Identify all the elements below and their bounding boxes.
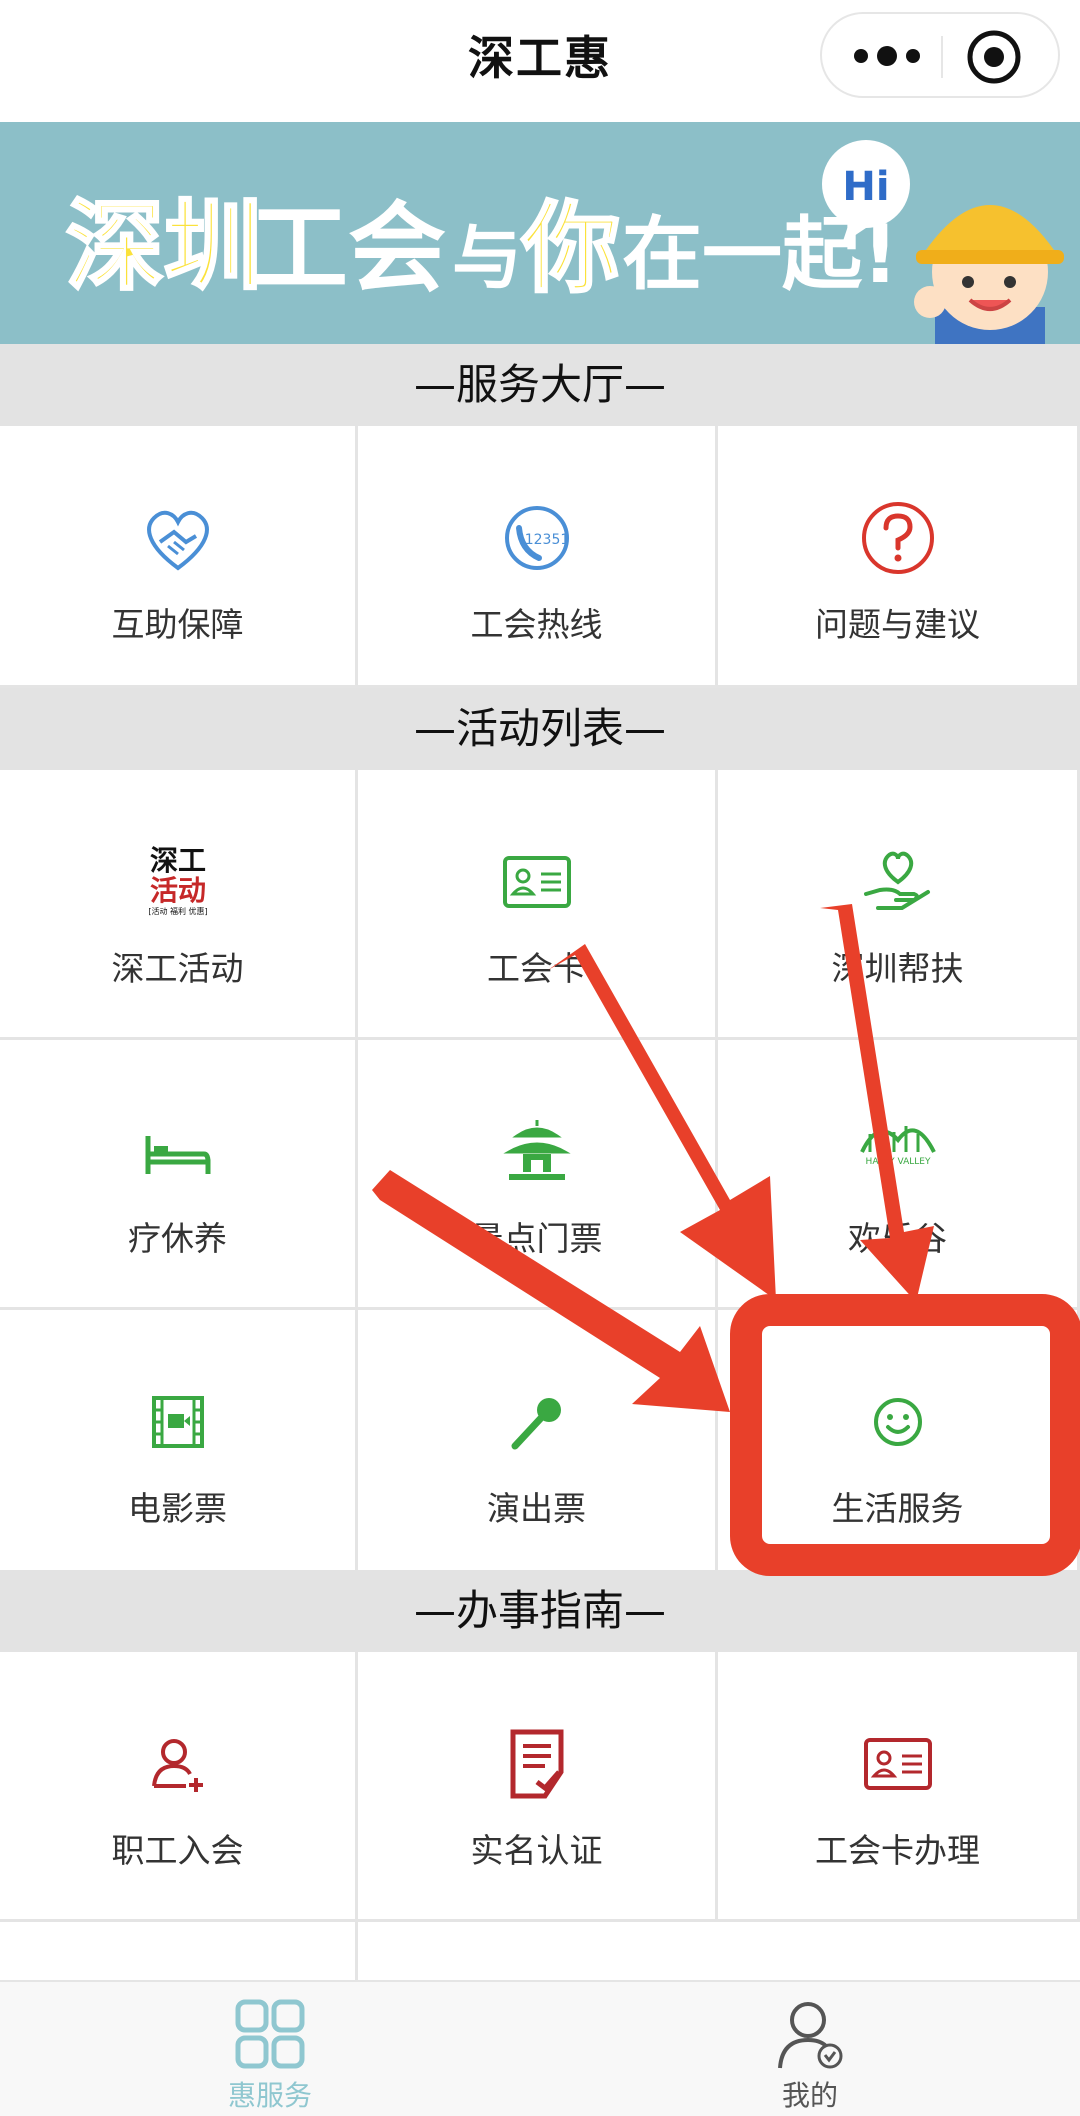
question-circle-icon: [861, 502, 934, 574]
grid-item-partial: [0, 1922, 358, 1982]
user-check-icon: [778, 2002, 843, 2069]
add-user-icon: [151, 1739, 203, 1792]
grid-item-label: 实名认证: [470, 1831, 603, 1870]
grid-item-life-services[interactable]: 生活服务: [718, 1310, 1080, 1580]
smile-icon: [873, 1398, 922, 1446]
grid-item-label: 景点门票: [470, 1219, 603, 1258]
grid-item-label: 深圳帮扶: [831, 949, 964, 988]
heart-hand-icon: [863, 851, 930, 910]
grid-item-union-hotline[interactable]: 12351 工会热线: [358, 426, 718, 688]
navigation-bar: 深工惠: [0, 0, 1080, 122]
handshake-heart-icon: [146, 510, 209, 571]
svg-text:深工: 深工: [149, 844, 205, 877]
grid-item-real-name-auth[interactable]: 实名认证: [358, 1652, 718, 1922]
worker-mascot-icon: [914, 205, 1064, 344]
promo-banner[interactable]: 深圳 工会 与 你 在一起! Hi: [0, 122, 1080, 344]
grid-item-happy-valley[interactable]: HAPPY VALLEY 欢乐谷: [718, 1040, 1080, 1310]
svg-text:活动: 活动: [149, 874, 205, 907]
bed-icon: [145, 1136, 210, 1174]
grid-item-feedback[interactable]: 问题与建议: [718, 426, 1080, 688]
grid-item-label: 生活服务: [831, 1489, 964, 1528]
document-check-icon: [510, 1729, 563, 1799]
grid-item-label: 疗休养: [128, 1219, 227, 1258]
mini-program-capsule: [820, 12, 1060, 98]
tab-label: 我的: [781, 2079, 838, 2112]
banner-text-ni: 你: [521, 192, 620, 306]
film-icon: [151, 1396, 204, 1448]
grid-icon: [235, 1999, 305, 2069]
shengong-activity-logo: 深工 活动 [活动 福利 优惠]: [148, 844, 207, 916]
grid-item-label: 工会卡: [487, 949, 586, 988]
happy-valley-logo: HAPPY VALLEY: [859, 1126, 936, 1167]
grid-item-movie-tickets[interactable]: 电影票: [0, 1310, 358, 1580]
grid-item-label: 问题与建议: [815, 605, 980, 644]
grid-item-join-union[interactable]: 职工入会: [0, 1652, 358, 1922]
svg-text:Hi: Hi: [842, 164, 889, 210]
grid-item-label: 工会卡办理: [815, 1831, 980, 1870]
id-card-icon: [863, 1738, 932, 1790]
pavilion-icon: [502, 1120, 571, 1180]
banner-text-shenzhen: 深圳: [66, 190, 262, 304]
grid-item-label: 电影票: [128, 1489, 227, 1528]
grid-item-union-card-apply[interactable]: 工会卡办理: [718, 1652, 1080, 1922]
close-target-icon[interactable]: [966, 29, 1022, 85]
grid-item-show-tickets[interactable]: 演出票: [358, 1310, 718, 1580]
grid-item-label: 互助保障: [111, 605, 244, 644]
grid-item-label: 欢乐谷: [848, 1219, 947, 1258]
grid-item-scenic-tickets[interactable]: 景点门票: [358, 1040, 718, 1310]
tab-mine[interactable]: 我的: [540, 1982, 1080, 2116]
section-header-activities: —活动列表—: [0, 688, 1080, 770]
capsule-divider: [941, 36, 943, 78]
section-header-service-hall: —服务大厅—: [0, 344, 1080, 426]
grid-item-union-card[interactable]: 工会卡: [358, 770, 718, 1040]
grid-item-mutual-aid[interactable]: 互助保障: [0, 426, 358, 688]
grid-item-label: 演出票: [487, 1489, 586, 1528]
grid-item-shenzhen-assistance[interactable]: 深圳帮扶: [718, 770, 1080, 1040]
grid-item-label: 职工入会: [111, 1831, 244, 1870]
phone-12351-icon: 12351: [504, 506, 569, 570]
svg-text:12351: 12351: [524, 532, 569, 548]
grid-item-shengong-activity[interactable]: 深工 活动 [活动 福利 优惠] 深工活动: [0, 770, 358, 1040]
grid-item-label: 工会热线: [470, 605, 603, 644]
grid-item-label: 深工活动: [111, 949, 244, 988]
banner-text-gonghui: 工会: [250, 192, 446, 306]
section-header-guide: —办事指南—: [0, 1570, 1080, 1652]
id-card-icon: [502, 856, 571, 908]
tab-hui-services[interactable]: 惠服务: [0, 1982, 540, 2116]
svg-text:HAPPY VALLEY: HAPPY VALLEY: [865, 1157, 930, 1167]
microphone-icon: [511, 1398, 561, 1450]
more-icon[interactable]: [852, 38, 922, 74]
grid-item-recuperation[interactable]: 疗休养: [0, 1040, 358, 1310]
tab-bar: 惠服务 我的: [0, 1980, 1080, 2116]
tab-label: 惠服务: [227, 2079, 312, 2112]
svg-text:[活动 福利 优惠]: [活动 福利 优惠]: [148, 906, 207, 916]
banner-text-yu: 与: [452, 217, 522, 299]
